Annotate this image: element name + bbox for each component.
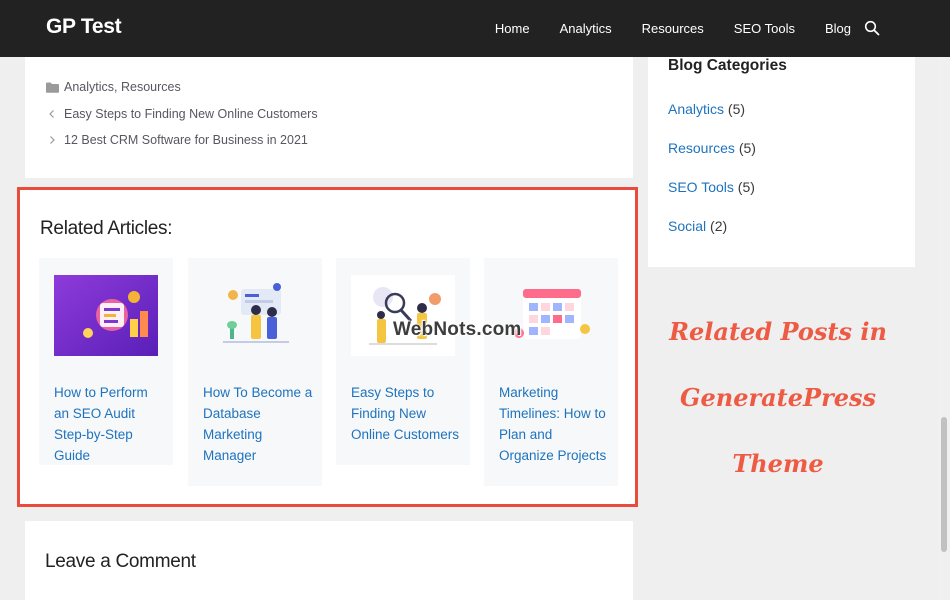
nav-analytics[interactable]: Analytics (560, 21, 612, 36)
related-card-title[interactable]: How to Perform an SEO Audit Step-by-Step… (54, 382, 164, 466)
related-card-title[interactable]: How To Become a Database Marketing Manag… (203, 382, 313, 466)
sidebar-title: Blog Categories (668, 57, 787, 74)
sidebar-item-count: (2) (710, 218, 728, 234)
site-header: GP Test Home Analytics Resources SEO Too… (0, 0, 950, 57)
search-icon[interactable] (864, 20, 880, 36)
related-card-database-marketing[interactable]: How To Become a Database Marketing Manag… (188, 258, 322, 486)
sidebar-item-label[interactable]: Resources (668, 140, 735, 156)
sidebar-item-count: (5) (738, 140, 756, 156)
nav-resources[interactable]: Resources (642, 21, 704, 36)
comment-title: Leave a Comment (45, 551, 196, 572)
sidebar-item-resources[interactable]: Resources (5) (668, 140, 756, 156)
promo-line-3: Theme (732, 449, 824, 478)
online-customers-thumbnail[interactable] (351, 275, 455, 356)
related-card-title[interactable]: Marketing Timelines: How to Plan and Org… (499, 382, 609, 466)
nav-seo-tools[interactable]: SEO Tools (734, 21, 795, 36)
promo-line-1: Related Posts in (669, 317, 887, 346)
folder-icon (45, 80, 59, 94)
sidebar-item-label[interactable]: SEO Tools (668, 179, 734, 195)
sidebar-item-label[interactable]: Analytics (668, 101, 724, 117)
related-articles-title: Related Articles: (40, 218, 173, 239)
marketing-timelines-thumbnail[interactable] (499, 275, 603, 356)
scrollbar-thumb[interactable] (941, 417, 947, 552)
sidebar-item-social[interactable]: Social (2) (668, 218, 727, 234)
prev-post-link[interactable]: Easy Steps to Finding New Online Custome… (45, 107, 318, 121)
nav-home[interactable]: Home (495, 21, 530, 36)
related-card-title[interactable]: Easy Steps to Finding New Online Custome… (351, 382, 461, 445)
related-articles-section: Related Articles: How to Perform an SEO … (17, 187, 638, 507)
categories-links[interactable]: Analytics, Resources (64, 80, 181, 94)
sidebar-item-label[interactable]: Social (668, 218, 706, 234)
webnots-watermark: WebNots.com (393, 319, 522, 340)
sidebar-item-count: (5) (737, 179, 755, 195)
next-post-title[interactable]: 12 Best CRM Software for Business in 202… (64, 133, 308, 147)
chevron-left-icon (45, 107, 59, 121)
database-marketing-thumbnail[interactable] (203, 275, 307, 356)
promo-caption: Related Posts in GeneratePress Theme (648, 310, 908, 508)
related-card-seo-audit[interactable]: How to Perform an SEO Audit Step-by-Step… (39, 258, 173, 465)
nav-blog[interactable]: Blog (825, 21, 851, 36)
comment-section: Leave a Comment (25, 521, 633, 600)
related-card-marketing-timelines[interactable]: Marketing Timelines: How to Plan and Org… (484, 258, 618, 486)
sidebar-item-seo-tools[interactable]: SEO Tools (5) (668, 179, 755, 195)
sidebar-item-count: (5) (727, 101, 746, 117)
chevron-right-icon (45, 133, 59, 147)
next-post-link[interactable]: 12 Best CRM Software for Business in 202… (45, 133, 308, 147)
main-nav: Home Analytics Resources SEO Tools Blog (465, 0, 885, 57)
promo-line-2: GeneratePress (679, 383, 877, 412)
seo-audit-thumbnail[interactable] (54, 275, 158, 356)
page-scrollbar[interactable] (938, 57, 950, 600)
related-card-online-customers[interactable]: Easy Steps to Finding New Online Custome… (336, 258, 470, 465)
site-logo[interactable]: GP Test (46, 15, 122, 39)
post-meta-card: Analytics, Resources Easy Steps to Findi… (25, 57, 633, 178)
sidebar-item-analytics[interactable]: Analytics (5) (668, 101, 745, 117)
prev-post-title[interactable]: Easy Steps to Finding New Online Custome… (64, 107, 318, 121)
sidebar-blog-categories: Blog Categories Analytics (5) Resources … (648, 57, 915, 267)
post-categories: Analytics, Resources (45, 80, 181, 94)
